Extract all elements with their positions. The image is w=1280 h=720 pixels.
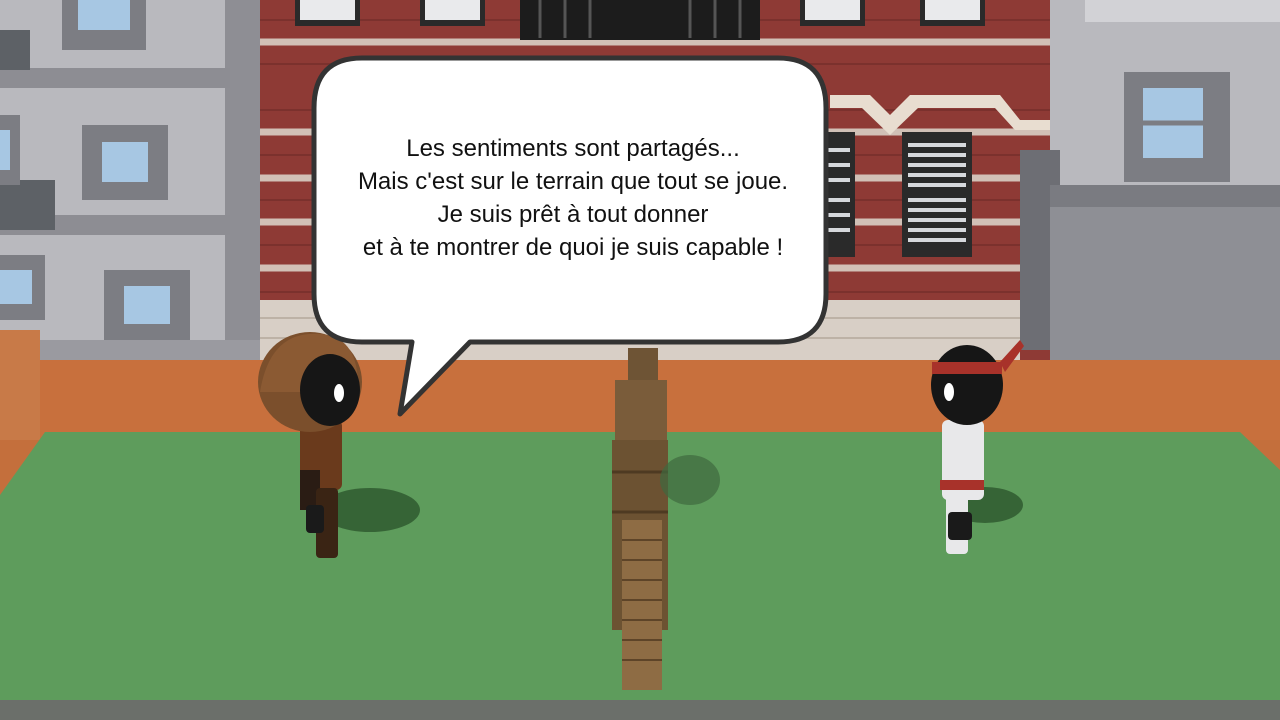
game-scene: Les sentiments sont partagés... Mais c'e…: [0, 0, 1280, 720]
dialogue-line: Mais c'est sur le terrain que tout se jo…: [357, 168, 789, 195]
fire-escape: [520, 0, 760, 40]
scene-illustration: [0, 0, 1280, 720]
dialogue-line: Je suis prêt à tout donner: [437, 201, 709, 228]
dialogue-text: Les sentiments sont partagés... Mais c'e…: [316, 132, 830, 264]
dialogue-line: et à te montrer de quoi je suis capable …: [362, 234, 784, 261]
right-building: [1020, 0, 1280, 370]
dialogue-line: Les sentiments sont partagés...: [406, 135, 740, 162]
left-building: [0, 0, 260, 370]
